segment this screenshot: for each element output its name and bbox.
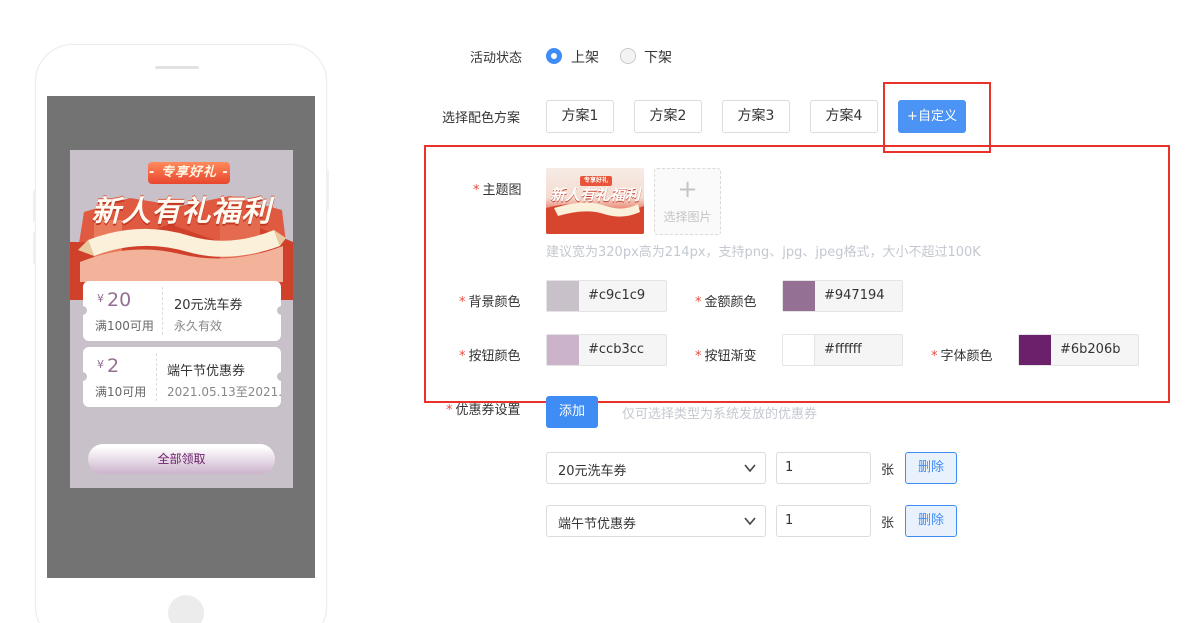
theme-label: * 主题图 (473, 183, 522, 198)
button-color-value: #ccb3cc (588, 342, 645, 357)
delete-coupon-button-2[interactable]: 删除 (905, 505, 957, 537)
button-color-field[interactable]: #ccb3cc (546, 334, 667, 366)
coupon-amount: 2 (107, 355, 120, 377)
coupon-qty-input-1[interactable]: 1 (776, 452, 871, 484)
chevron-down-icon (744, 517, 756, 526)
banner-title: 新人有礼福利 (91, 194, 272, 228)
amount-color-value: #947194 (824, 288, 885, 303)
bg-color-label: * 背景颜色 (459, 295, 521, 310)
coupon-notch (78, 306, 87, 315)
status-option-off[interactable]: 下架 (644, 47, 672, 67)
coupon-validity: 2021.05.13至2021.06 (167, 385, 281, 399)
coupon-select-2[interactable]: 端午节优惠券 (546, 505, 766, 537)
promo-preview: - 专享好礼 - 新人有礼福利 ¥ 20 满100可用 20元洗车券 永久有效 … (70, 150, 293, 488)
bg-color-swatch[interactable] (547, 281, 579, 311)
coupon-unit: 张 (881, 463, 895, 478)
coupon-card: ¥ 20 满100可用 20元洗车券 永久有效 (78, 281, 286, 341)
status-radio-off[interactable] (620, 48, 636, 64)
coupon-divider (162, 287, 163, 335)
chevron-down-icon (744, 464, 756, 473)
button-color-swatch[interactable] (547, 335, 579, 365)
coupon-notch (78, 372, 87, 381)
coupon-setting-hint: 仅可选择类型为系统发放的优惠券 (622, 407, 818, 422)
coupon-qty-value: 1 (785, 460, 794, 475)
gradient-color-swatch[interactable] (783, 335, 815, 365)
amount-color-label: * 金额颜色 (695, 295, 757, 310)
coupon-select-value: 端午节优惠券 (558, 517, 637, 532)
coupon-qty-input-2[interactable]: 1 (776, 505, 871, 537)
bg-color-value: #c9c1c9 (588, 288, 646, 303)
thumbnail-title: 新人有礼福利 (549, 186, 640, 204)
coupon-unit: 张 (881, 516, 895, 531)
gradient-color-field[interactable]: #ffffff (782, 334, 903, 366)
phone-button-left-2 (33, 232, 36, 264)
phone-speaker (155, 66, 199, 69)
amount-color-field[interactable]: #947194 (782, 280, 903, 312)
scheme-label: 选择配色方案 (442, 111, 521, 126)
status-label: 活动状态 (470, 51, 523, 66)
font-color-label: * 字体颜色 (931, 349, 993, 364)
gradient-color-label: * 按钮渐变 (695, 349, 757, 364)
bg-color-field[interactable]: #c9c1c9 (546, 280, 667, 312)
coupon-select-1[interactable]: 20元洗车券 (546, 452, 766, 484)
font-color-swatch[interactable] (1019, 335, 1051, 365)
coupon-setting-label: * 优惠券设置 (446, 403, 521, 418)
font-color-value: #6b206b (1060, 342, 1121, 357)
coupon-currency: ¥ (97, 358, 104, 371)
theme-hint: 建议宽为320px高为214px，支持png、jpg、jpeg格式，大小不超过1… (546, 245, 981, 260)
claim-all-button[interactable]: 全部领取 (88, 444, 275, 474)
font-color-field[interactable]: #6b206b (1018, 334, 1139, 366)
uploader-label: 选择图片 (663, 210, 712, 224)
status-radio-on[interactable] (546, 48, 562, 64)
coupon-notch (277, 372, 286, 381)
phone-home-button (168, 595, 204, 623)
coupon-validity: 永久有效 (174, 319, 223, 333)
banner-subtitle: - 专享好礼 - (148, 162, 230, 184)
status-option-on[interactable]: 上架 (571, 47, 599, 67)
add-coupon-button[interactable]: 添加 (546, 396, 598, 428)
coupon-select-value: 20元洗车券 (558, 464, 627, 479)
phone-button-right (326, 170, 329, 210)
promo-banner: - 专享好礼 - 新人有礼福利 (70, 150, 293, 300)
amount-color-swatch[interactable] (783, 281, 815, 311)
scheme-1-button[interactable]: 方案1 (546, 100, 614, 133)
gradient-color-value: #ffffff (824, 342, 862, 357)
coupon-name: 端午节优惠券 (167, 364, 246, 379)
coupon-name: 20元洗车券 (174, 298, 243, 313)
coupon-notch (277, 306, 286, 315)
coupon-qty-value: 1 (785, 513, 794, 528)
image-uploader[interactable]: + 选择图片 (654, 168, 721, 235)
coupon-currency: ¥ (97, 292, 104, 305)
plus-icon: + (677, 175, 698, 203)
button-color-label: * 按钮颜色 (459, 349, 521, 364)
coupon-amount: 20 (107, 289, 132, 311)
coupon-card: ¥ 2 满10可用 端午节优惠券 2021.05.13至2021.06 (78, 347, 286, 407)
scheme-2-button[interactable]: 方案2 (634, 100, 702, 133)
highlight-box-custom (883, 82, 991, 153)
scheme-3-button[interactable]: 方案3 (722, 100, 790, 133)
phone-button-left-1 (33, 190, 36, 222)
coupon-condition: 满10可用 (95, 385, 147, 399)
theme-thumbnail[interactable]: 专享好礼 新人有礼福利 (546, 168, 644, 234)
coupon-condition: 满100可用 (95, 319, 154, 333)
scheme-4-button[interactable]: 方案4 (810, 100, 878, 133)
coupon-divider (156, 353, 157, 401)
delete-coupon-button-1[interactable]: 删除 (905, 452, 957, 484)
